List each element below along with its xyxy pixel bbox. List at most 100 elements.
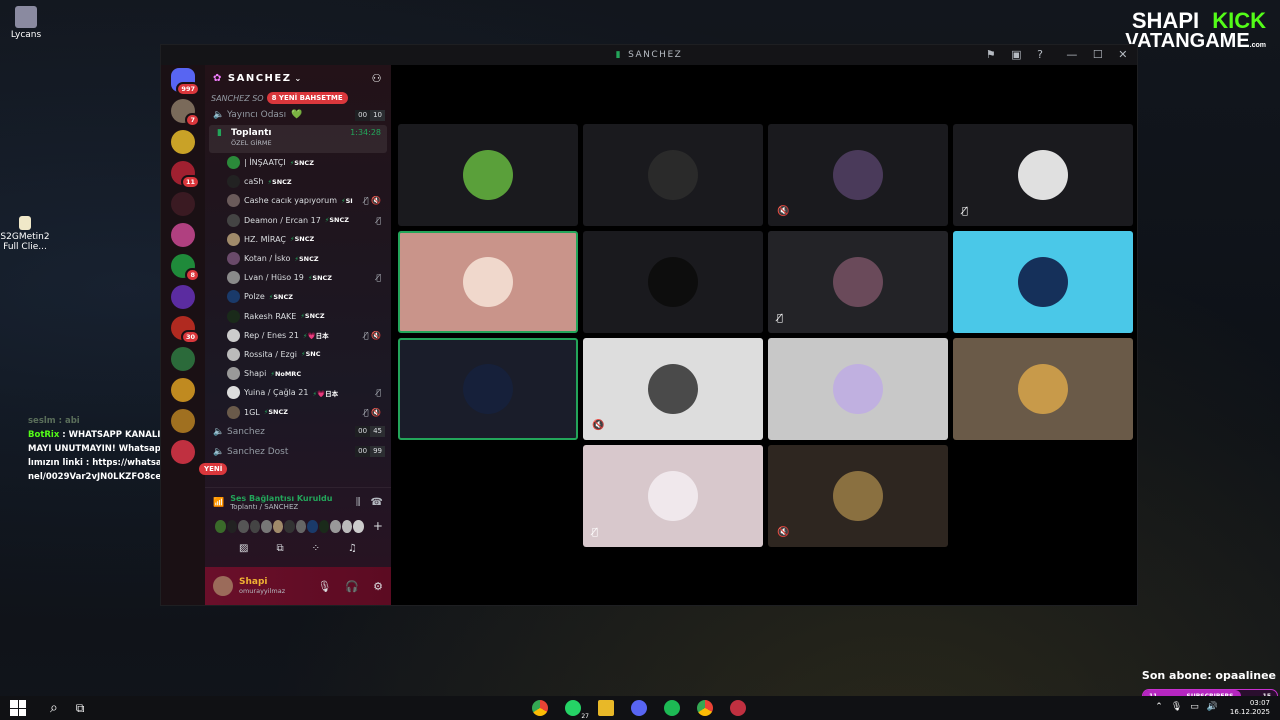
channel-toplanti[interactable]: ▮ Toplantı ÖZEL GİRME 1:34:28 [209, 125, 387, 153]
new-pill[interactable]: YENİ [199, 463, 228, 475]
search-icon[interactable]: ⌕ [50, 700, 58, 716]
disconnect-icon[interactable]: ☎ [371, 497, 383, 508]
voice-member[interactable]: Rossita / Ezgi ⚡SNC [205, 345, 391, 364]
video-tile[interactable]: 🎙̸ [583, 445, 763, 547]
server-icon-server-lion[interactable] [171, 378, 195, 402]
voice-avatar[interactable] [353, 519, 364, 533]
avatar[interactable] [213, 576, 233, 596]
inbox-flag-icon[interactable]: ⚑ [986, 48, 997, 61]
voice-avatar[interactable] [238, 519, 249, 533]
file-explorer-icon[interactable] [598, 700, 614, 716]
network-icon[interactable]: ▭ [1190, 702, 1199, 712]
server-icon-server-new[interactable] [171, 440, 195, 464]
windows-start-icon[interactable] [10, 700, 26, 716]
voice-member[interactable]: Lvan / Hüso 19 ⚡SNCZ 🎙̸ [205, 268, 391, 287]
voice-member[interactable]: Rakesh RAKE ⚡SNCZ [205, 307, 391, 326]
video-tile[interactable]: 🎙̸ [953, 124, 1133, 226]
activities-icon[interactable]: ⁘ [312, 543, 320, 554]
voice-member[interactable]: Rep / Enes 21 ⚡💗日本 🎙̸ 🔇 [205, 326, 391, 345]
server-icon-server-green[interactable]: 8 [171, 254, 200, 282]
video-tile[interactable]: 🔇 [583, 338, 763, 440]
server-icon-server-s2[interactable] [171, 223, 195, 247]
channel-sanchez[interactable]: 🔈 Sanchez 00 45 [205, 422, 391, 442]
camera-off-icon[interactable]: ▨ [239, 543, 248, 554]
channel-sanchez-dost[interactable]: 🔈 Sanchez Dost 00 99 [205, 442, 391, 462]
microphone-icon[interactable]: 🎙 [317, 580, 331, 593]
avatar [227, 405, 240, 419]
voice-avatar[interactable] [341, 519, 353, 533]
voice-avatar[interactable] [295, 519, 307, 533]
voice-avatar[interactable] [318, 519, 330, 533]
spotify-icon[interactable] [664, 700, 680, 716]
voice-member[interactable]: | İNŞAATÇI ⚡SNCZ [205, 153, 391, 172]
inbox-icon[interactable]: ▣ [1011, 48, 1023, 61]
video-tile[interactable] [953, 338, 1133, 440]
discord-icon[interactable] [631, 700, 647, 716]
mic-tray-icon[interactable]: 🎙 [1171, 702, 1182, 712]
voice-status[interactable]: Ses Bağlantısı Kuruldu [230, 494, 332, 503]
headphones-icon[interactable]: 🎧 [345, 580, 359, 593]
close-button[interactable]: ✕ [1118, 48, 1129, 61]
voice-member[interactable]: HZ. MİRAÇ ⚡SNCZ [205, 230, 391, 249]
video-tile[interactable] [953, 231, 1133, 333]
server-icon-server-glasses[interactable] [171, 192, 195, 216]
voice-avatar[interactable] [249, 519, 261, 533]
video-tile[interactable]: 🎙̸ [768, 231, 948, 333]
add-participant-icon[interactable]: + [373, 519, 383, 533]
server-icon-server-mercy[interactable] [171, 285, 195, 309]
volume-icon[interactable]: 🔊 [1207, 702, 1218, 712]
video-tile[interactable] [583, 231, 763, 333]
voice-member[interactable]: caSh ⚡SNCZ [205, 172, 391, 191]
obs-icon[interactable] [730, 700, 746, 716]
video-tile[interactable] [398, 124, 578, 226]
screen-share-icon[interactable]: ⧉ [276, 543, 283, 554]
voice-avatar[interactable] [307, 519, 318, 533]
minimize-button[interactable]: — [1066, 48, 1079, 61]
server-icon-server-red[interactable]: 11 [171, 161, 200, 189]
voice-member[interactable]: Shapi ⚡NoMRC [205, 364, 391, 383]
voice-member[interactable]: Yuina / Çağla 21 ⚡💗日本 🎙̸ [205, 383, 391, 402]
settings-gear-icon[interactable]: ⚙ [373, 580, 383, 593]
server-icon-server-h[interactable] [171, 347, 195, 371]
invite-icon[interactable]: ⚇ [372, 72, 383, 85]
channel-yayinci-odasi[interactable]: 🔈 Yayıncı Odası 💚 00 10 [205, 105, 391, 125]
voice-member[interactable]: Kotan / İsko ⚡SNCZ [205, 249, 391, 268]
maximize-button[interactable]: ☐ [1093, 48, 1104, 61]
voice-member[interactable]: Deamon / Ercan 17 ⚡SNCZ 🎙̸ [205, 211, 391, 230]
chevron-up-icon[interactable]: ⌃ [1155, 702, 1163, 712]
chrome-icon[interactable] [697, 700, 713, 716]
video-tile[interactable]: 🔇 [768, 124, 948, 226]
guild-header[interactable]: ✿ SANCHEZ ⌄ ⚇ [205, 65, 391, 91]
voice-channel-link[interactable]: Toplantı / SANCHEZ [230, 503, 332, 511]
server-icon-server-fire[interactable]: 30 [171, 316, 200, 344]
voice-avatar[interactable] [215, 519, 226, 533]
voice-avatar[interactable] [284, 519, 295, 533]
category-row[interactable]: SANCHEZ SO 8 YENİ BAHSETME [205, 91, 391, 105]
new-mentions-pill[interactable]: 8 YENİ BAHSETME [266, 92, 348, 104]
video-tile[interactable] [768, 338, 948, 440]
voice-avatar[interactable] [226, 519, 238, 533]
chrome-icon[interactable] [532, 700, 548, 716]
voice-member[interactable]: Cashe cacık yapıyorum ⚡SI 🎙̸ 🔇 [205, 191, 391, 210]
voice-avatar[interactable] [330, 519, 341, 533]
desktop-icon-lycans[interactable]: Lycans [0, 6, 54, 40]
voice-member[interactable]: Polze ⚡SNCZ [205, 287, 391, 306]
clock[interactable]: 03:07 16.12.2025 [1230, 699, 1270, 717]
task-view-icon[interactable]: ⧉ [76, 701, 85, 716]
desktop-icon-metin2[interactable]: S2GMetin2 Full Clie... [0, 216, 53, 252]
video-tile[interactable] [398, 231, 578, 333]
soundboard-icon[interactable]: ♫ [348, 543, 357, 554]
noise-suppression-icon[interactable]: ⫼ [356, 497, 361, 508]
voice-avatar[interactable] [261, 519, 272, 533]
server-icon-server-avatar[interactable]: 7 [171, 99, 200, 127]
server-icon-server-ship[interactable] [171, 130, 195, 154]
voice-member[interactable]: 1GL ⚡SNCZ 🎙̸ 🔇 [205, 402, 391, 421]
server-icon-discord-home[interactable]: 997 [171, 68, 200, 96]
voice-avatar[interactable] [272, 519, 284, 533]
server-icon-server-script[interactable] [171, 409, 195, 433]
help-icon[interactable]: ? [1037, 48, 1044, 61]
video-tile[interactable] [583, 124, 763, 226]
video-tile[interactable] [398, 338, 578, 440]
whatsapp-icon[interactable]: 27 [565, 700, 589, 720]
video-tile[interactable]: 🔇 [768, 445, 948, 547]
